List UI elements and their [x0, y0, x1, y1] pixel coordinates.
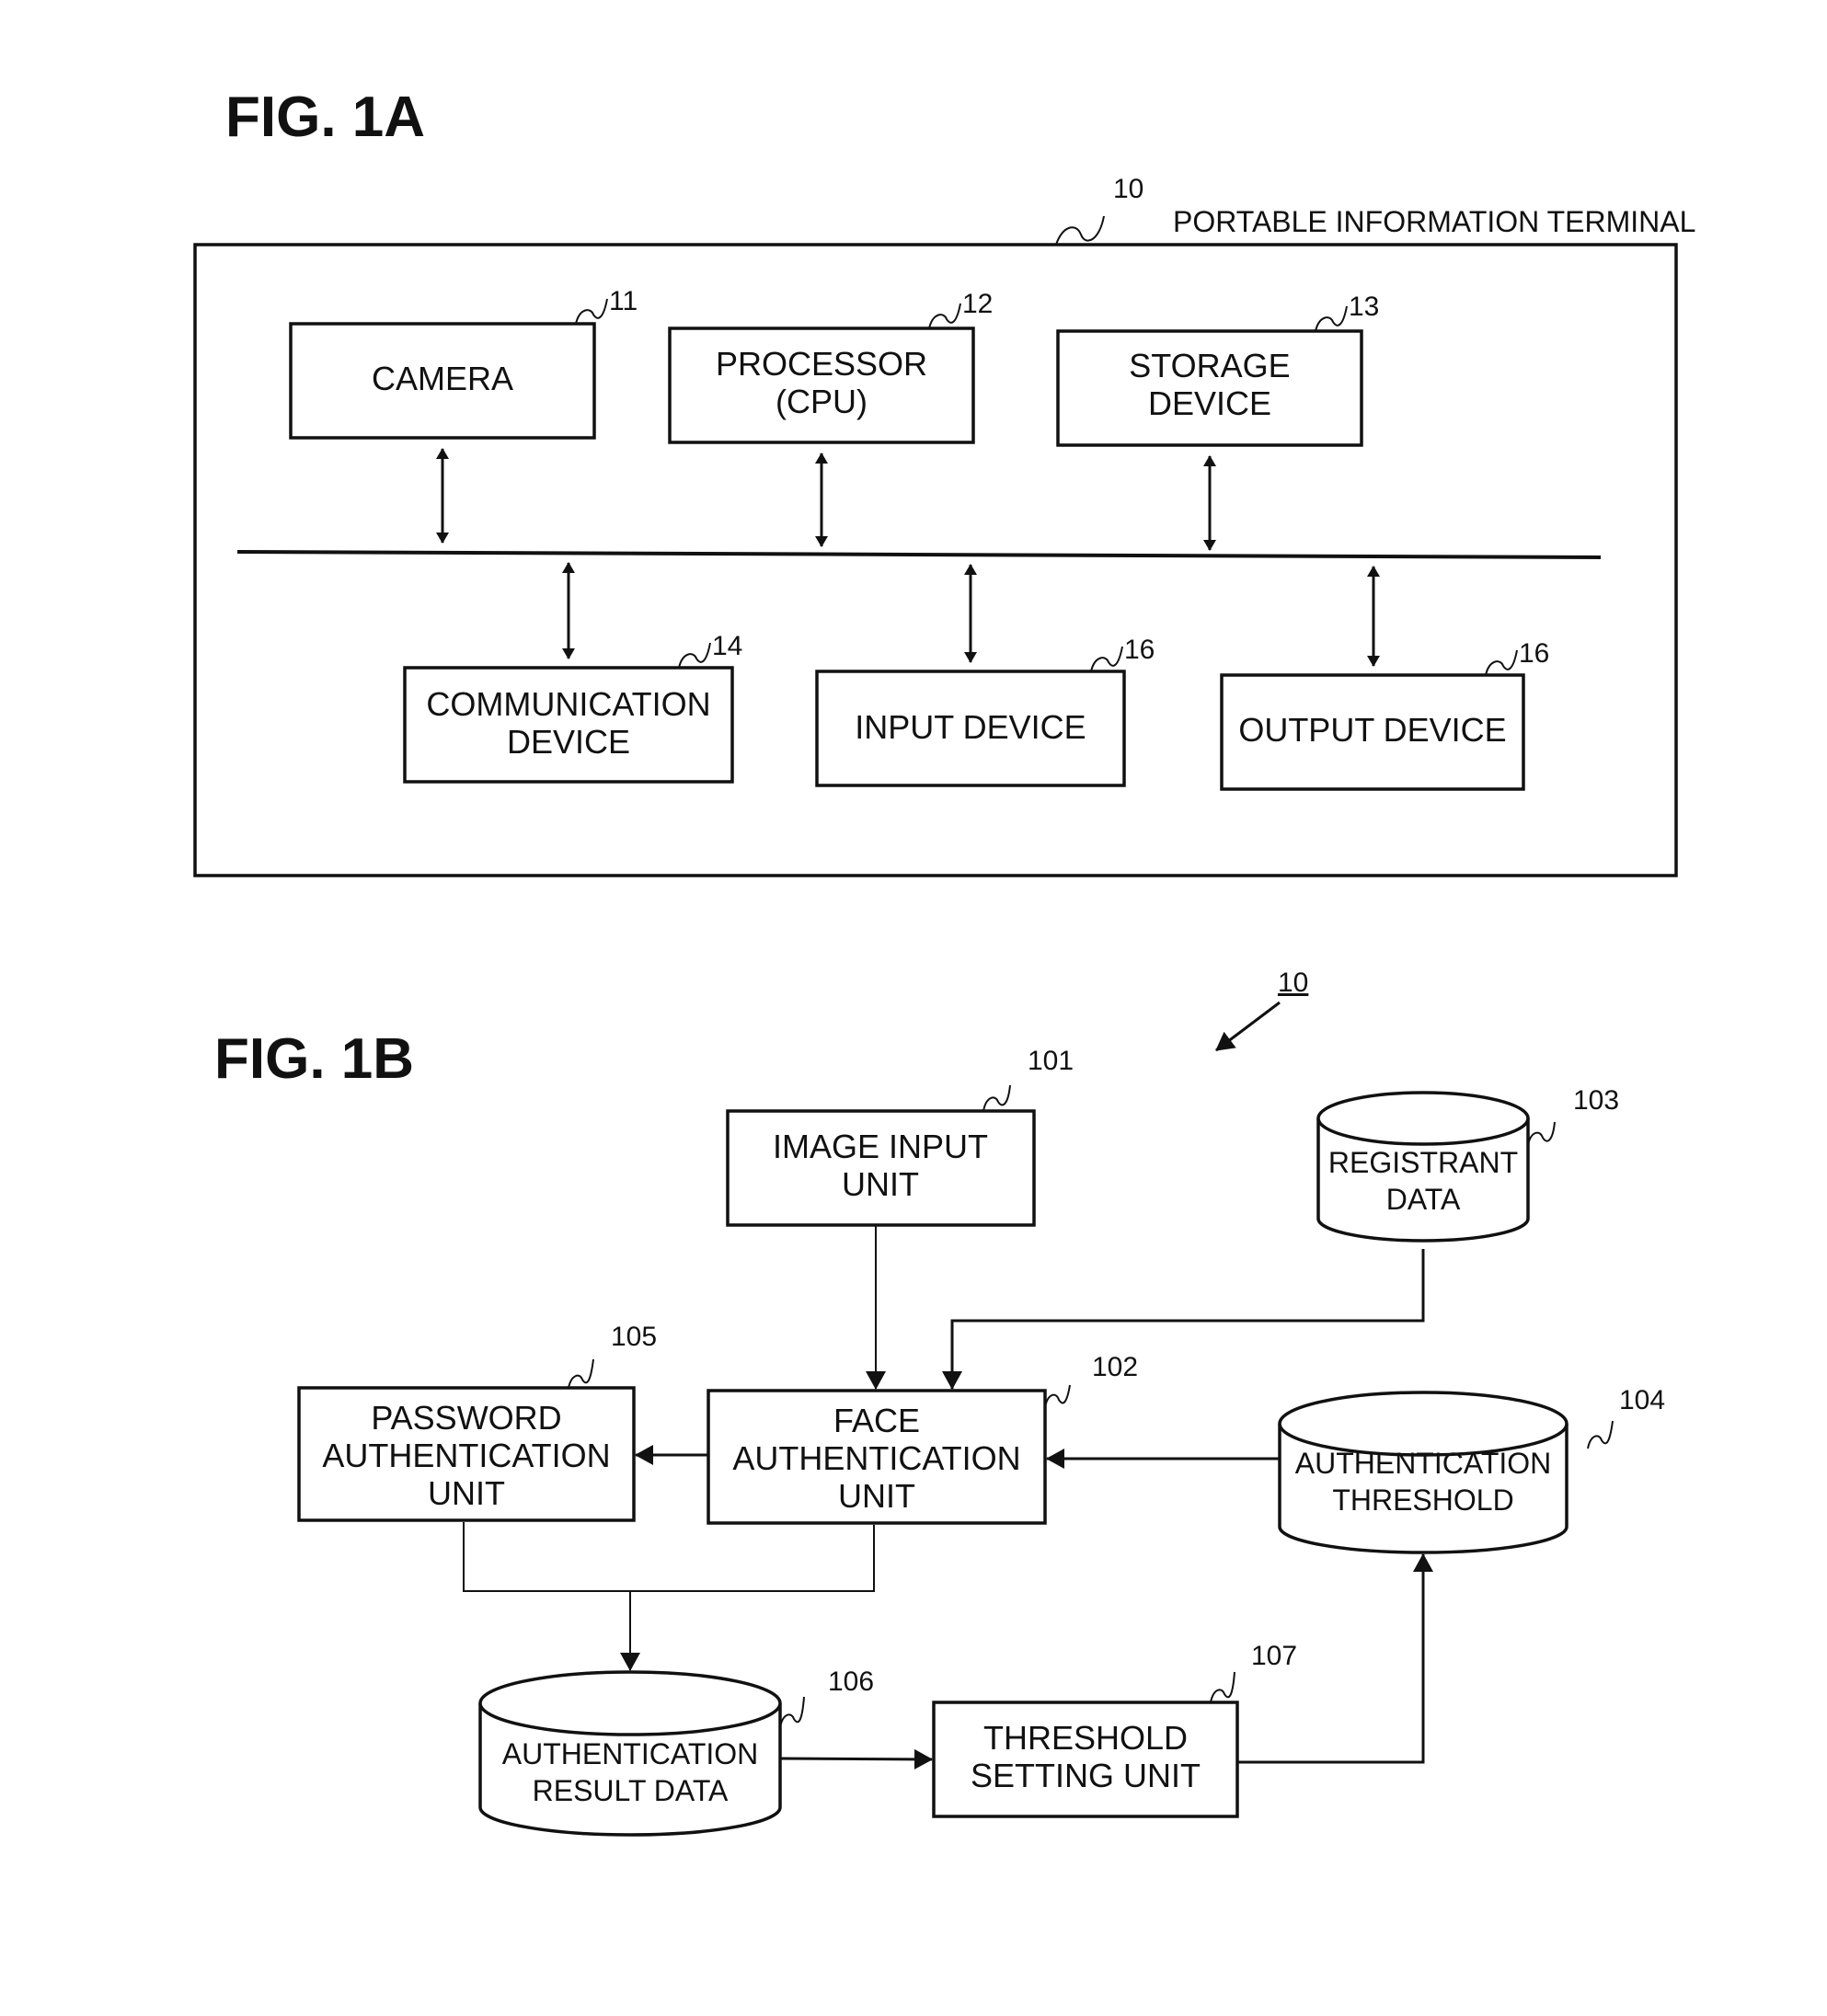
output-block: OUTPUT DEVICE 16 [1220, 566, 1549, 791]
ref-leader-13 [1315, 305, 1348, 332]
communication-label-line1: COMMUNICATION [426, 685, 710, 723]
camera-label: CAMERA [372, 360, 513, 397]
ref-leader-12 [928, 303, 961, 329]
authentication-threshold-line2: THRESHOLD [1332, 1483, 1513, 1517]
camera-block: CAMERA 11 [289, 286, 638, 544]
ref-leader-106 [779, 1696, 805, 1728]
authentication-threshold-line1: AUTHENTICATION [1295, 1447, 1552, 1480]
password-authentication-unit-block: PASSWORD AUTHENTICATION UNIT 105 [297, 1322, 657, 1522]
ref-leader-103 [1527, 1121, 1556, 1146]
ref-leader-15 [1090, 646, 1123, 672]
ref-number-101: 101 [1028, 1046, 1074, 1076]
patent-figure-canvas: FIG. 1A 10 PORTABLE INFORMATION TERMINAL… [193, 86, 1695, 1837]
ref-leader-102 [1044, 1384, 1071, 1408]
communication-label-line2: DEVICE [507, 723, 630, 761]
ref-number-14: 14 [712, 631, 742, 661]
ref-number-15: 16 [1124, 635, 1155, 665]
registrant-data-line2: DATA [1386, 1183, 1461, 1216]
authentication-result-data-line2: RESULT DATA [533, 1774, 729, 1807]
storage-label-line1: STORAGE [1129, 347, 1290, 384]
ref-number-10: 10 [1113, 174, 1143, 204]
image-input-unit-block: IMAGE INPUT UNIT 101 [726, 1046, 1074, 1227]
ref-number-102: 102 [1092, 1352, 1138, 1382]
password-authentication-unit-line1: PASSWORD [371, 1399, 561, 1437]
storage-label-line2: DEVICE [1148, 384, 1271, 422]
ref-leader-10 [1055, 215, 1105, 246]
threshold-setting-unit-block: THRESHOLD SETTING UNIT 107 [932, 1641, 1297, 1818]
connector-registrant-data-to-face-auth [942, 1249, 1425, 1390]
registrant-data-block: REGISTRANT DATA 103 [1316, 1085, 1619, 1243]
ref-leader-16 [1485, 649, 1518, 676]
processor-block: PROCESSOR (CPU) 12 [668, 289, 993, 547]
ref-number-13: 13 [1349, 292, 1379, 322]
figure-1a: FIG. 1A 10 PORTABLE INFORMATION TERMINAL… [193, 86, 1695, 877]
output-label: OUTPUT DEVICE [1238, 711, 1506, 749]
communication-block: COMMUNICATION DEVICE 14 [403, 562, 742, 784]
authentication-result-data-line1: AUTHENTICATION [502, 1737, 759, 1770]
registrant-data-cylinder-top [1316, 1091, 1530, 1146]
connector-auth-units-merge [463, 1522, 875, 1592]
figure-1b: FIG. 1B 10 IMAGE INPUT UNIT 101 REGISTRA… [214, 968, 1665, 1837]
password-authentication-unit-line2: AUTHENTICATION [322, 1437, 610, 1474]
face-authentication-unit-block: FACE AUTHENTICATION UNIT 102 [707, 1352, 1138, 1525]
registrant-data-line1: REGISTRANT [1328, 1146, 1518, 1179]
ref-number-12: 12 [962, 289, 993, 319]
ref-number-107: 107 [1251, 1641, 1297, 1671]
face-authentication-unit-line2: AUTHENTICATION [732, 1439, 1020, 1477]
authentication-result-data-block: AUTHENTICATION RESULT DATA 106 [478, 1667, 874, 1837]
ref-number-16: 16 [1519, 638, 1549, 669]
ref-number-105: 105 [611, 1322, 657, 1352]
authentication-threshold-block: AUTHENTICATION THRESHOLD 104 [1278, 1385, 1665, 1554]
ref-number-10-1b: 10 [1278, 968, 1308, 998]
image-input-unit-line2: UNIT [842, 1165, 919, 1203]
ref-number-104: 104 [1619, 1385, 1665, 1415]
processor-label-line2: (CPU) [776, 383, 868, 420]
ref-number-103: 103 [1573, 1085, 1619, 1116]
ref-leader-105 [568, 1358, 594, 1389]
ref-leader-104 [1587, 1420, 1614, 1449]
figure-1b-title: FIG. 1B [214, 1027, 414, 1091]
face-authentication-unit-line1: FACE [833, 1402, 920, 1439]
threshold-setting-unit-line2: SETTING UNIT [971, 1757, 1201, 1794]
image-input-unit-line1: IMAGE INPUT [773, 1128, 988, 1165]
connector-result-data-to-threshold-setting [779, 1748, 933, 1770]
overall-ref-arrow [1215, 1001, 1281, 1052]
processor-label-line1: PROCESSOR [716, 345, 927, 383]
face-authentication-unit-line3: UNIT [838, 1477, 915, 1515]
ref-number-106: 106 [828, 1667, 874, 1697]
ref-leader-11 [575, 298, 608, 325]
ref-number-11: 11 [609, 286, 638, 316]
ref-leader-101 [982, 1084, 1011, 1112]
input-label: INPUT DEVICE [855, 708, 1086, 746]
terminal-label: PORTABLE INFORMATION TERMINAL [1173, 205, 1695, 238]
ref-leader-14 [678, 642, 711, 669]
authentication-threshold-cylinder-top [1278, 1391, 1568, 1457]
storage-block: STORAGE DEVICE 13 [1056, 292, 1379, 551]
threshold-setting-unit-line1: THRESHOLD [983, 1719, 1188, 1757]
ref-leader-107 [1210, 1671, 1235, 1703]
password-authentication-unit-line3: UNIT [428, 1474, 505, 1512]
figure-1a-title: FIG. 1A [225, 86, 425, 149]
system-bus [236, 550, 1602, 559]
input-block: INPUT DEVICE 16 [815, 564, 1155, 787]
authentication-result-data-cylinder-top [478, 1670, 782, 1736]
